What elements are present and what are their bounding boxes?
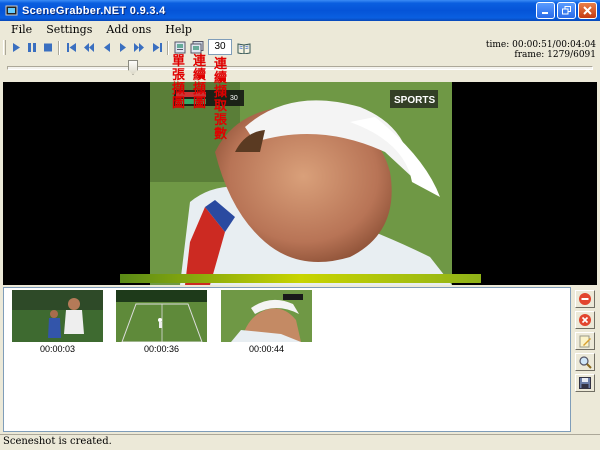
title-bar: SceneGrabber.NET 0.9.3.4: [0, 0, 600, 21]
menu-help[interactable]: Help: [158, 23, 199, 36]
close-icon: [583, 6, 592, 15]
remove-all-button[interactable]: [575, 290, 595, 308]
first-frame-button[interactable]: [64, 40, 78, 55]
fast-forward-button[interactable]: [132, 40, 146, 55]
toolbar-separator: [58, 41, 60, 55]
play-icon: [13, 43, 20, 52]
stop-button[interactable]: [41, 40, 55, 55]
step-forward-button[interactable]: [116, 40, 130, 55]
step-forward-icon: [120, 43, 126, 52]
app-icon: [4, 4, 18, 18]
seek-slider-track[interactable]: [7, 66, 593, 70]
menu-bar: File Settings Add ons Help: [0, 21, 600, 38]
fast-rewind-icon: [84, 43, 94, 52]
search-button[interactable]: [575, 353, 595, 371]
player-image: SPORTS 30: [150, 82, 452, 285]
thumbnail-image[interactable]: [221, 290, 312, 342]
video-status-bar: [120, 274, 481, 283]
thumbnail-time: 00:00:03: [39, 344, 76, 354]
video-frame: SPORTS 30: [150, 82, 452, 285]
score-value: 30: [230, 95, 238, 102]
annotation-single-capture: 單張擷圖: [172, 54, 186, 111]
window-title: SceneGrabber.NET 0.9.3.4: [22, 4, 166, 17]
continuous-capture-icon: [190, 41, 204, 54]
status-text: Sceneshot is created.: [3, 436, 112, 447]
step-back-button[interactable]: [100, 40, 114, 55]
thumbnail-time: 00:00:36: [143, 344, 180, 354]
skip-to-end-icon: [152, 43, 162, 52]
skip-to-start-icon: [66, 43, 76, 52]
time-info: time: 00:00:51/00:04:04 frame: 1279/6091: [486, 40, 596, 60]
remove-button[interactable]: [575, 311, 595, 329]
book-icon: [237, 42, 251, 54]
fast-forward-icon: [134, 43, 144, 52]
restore-button[interactable]: [557, 2, 576, 19]
pause-button[interactable]: [25, 40, 39, 55]
thumbnail-time: 00:00:44: [248, 344, 285, 354]
last-frame-button[interactable]: [150, 40, 164, 55]
save-icon: [579, 377, 591, 389]
video-preview: SPORTS 30: [3, 82, 597, 285]
menu-file[interactable]: File: [4, 23, 39, 36]
continuous-capture-button[interactable]: [190, 40, 204, 55]
side-toolbar: [573, 287, 597, 432]
delete-icon: [579, 314, 591, 326]
capture-count-input[interactable]: 30: [208, 39, 232, 55]
minimize-button[interactable]: [536, 2, 555, 19]
toolbar-separator: [167, 41, 169, 55]
frame-readout: frame: 1279/6091: [514, 50, 596, 60]
annotation-capture-count: 連續擷取張數: [214, 57, 228, 142]
step-back-icon: [104, 43, 110, 52]
seek-slider-thumb[interactable]: [128, 60, 138, 75]
toolbar-grip: [3, 40, 6, 55]
restore-icon: [562, 6, 571, 15]
single-capture-icon: [174, 41, 185, 54]
menu-settings[interactable]: Settings: [39, 23, 99, 36]
thumbnail-image[interactable]: [12, 290, 103, 342]
close-button[interactable]: [578, 2, 597, 19]
stop-icon: [44, 43, 52, 52]
annotation-continuous-capture: 連續擷圖: [193, 54, 207, 111]
minimize-icon: [542, 12, 548, 14]
fast-rewind-button[interactable]: [82, 40, 96, 55]
edit-button[interactable]: [575, 332, 595, 350]
help-book-button[interactable]: [237, 40, 251, 55]
menu-add-ons[interactable]: Add ons: [99, 23, 158, 36]
remove-all-icon: [579, 293, 591, 305]
single-capture-button[interactable]: [173, 40, 187, 55]
sceneshot-list: 00:00:03 00:00:36 00:00:44: [3, 287, 571, 432]
search-icon: [579, 356, 592, 369]
channel-logo: SPORTS: [394, 95, 435, 106]
play-button[interactable]: [9, 40, 23, 55]
time-readout: time: 00:00:51/00:04:04: [485, 40, 596, 50]
thumbnail-image[interactable]: [116, 290, 207, 342]
save-button[interactable]: [575, 374, 595, 392]
status-bar: Sceneshot is created.: [0, 434, 600, 450]
pause-icon: [28, 43, 36, 52]
edit-icon: [579, 335, 591, 348]
